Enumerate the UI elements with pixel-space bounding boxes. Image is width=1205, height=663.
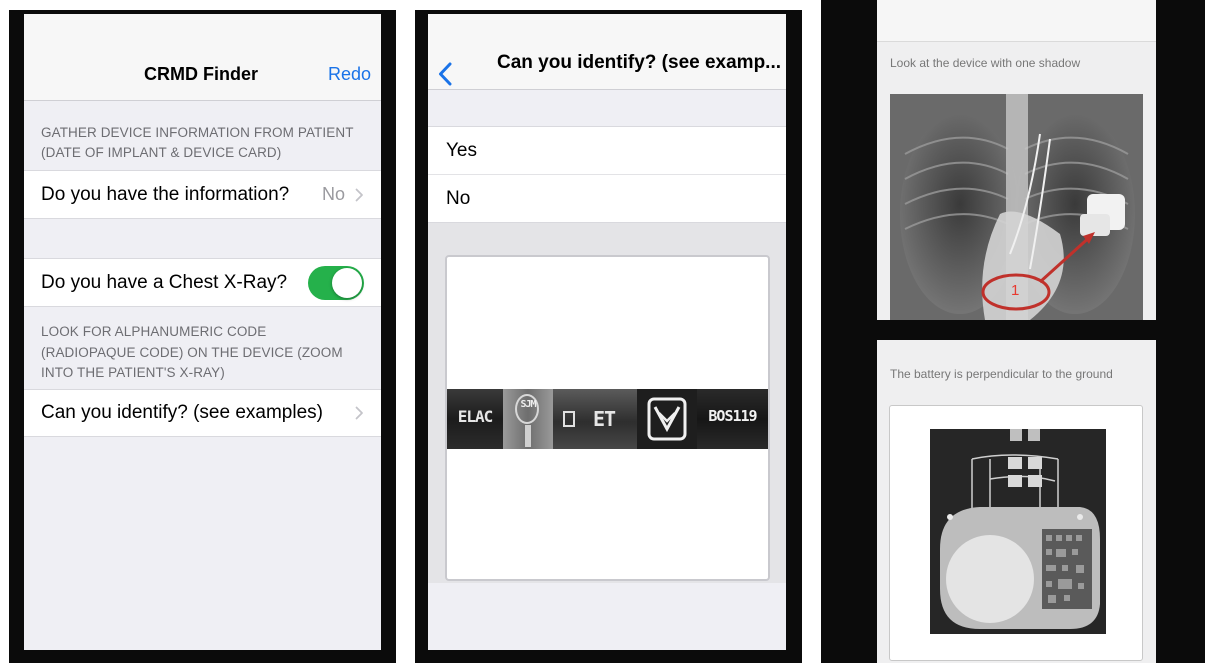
code-text: BOS119 bbox=[708, 407, 757, 425]
toggle-knob bbox=[332, 267, 362, 298]
section-header-gather: GATHER DEVICE INFORMATION FROM PATIENT (… bbox=[41, 125, 354, 160]
row-value: No bbox=[321, 184, 345, 204]
chevron-right-icon bbox=[355, 406, 364, 420]
panel-one-shadow: Look at the device with one shadow 1 bbox=[877, 0, 1156, 320]
code-tile-elac: ELAC bbox=[447, 389, 503, 449]
nav-bar: Can you identify? (see examp... bbox=[428, 14, 786, 90]
code-tile-logo bbox=[637, 389, 697, 449]
option-label: No bbox=[446, 187, 471, 209]
chevron-right-icon bbox=[355, 188, 364, 202]
code-text: ELAC bbox=[457, 407, 494, 426]
annotation-marker: 1 bbox=[1011, 282, 1020, 299]
chest-xray-image: 1 bbox=[890, 94, 1143, 320]
device-xray-graphic bbox=[930, 429, 1106, 634]
option-no[interactable]: No bbox=[428, 175, 786, 223]
nav-bar: CRMD Finder Redo bbox=[24, 14, 381, 101]
device-xray-image bbox=[930, 429, 1106, 634]
boston-logo-icon bbox=[647, 397, 687, 441]
chest-xray-toggle[interactable] bbox=[308, 265, 364, 300]
screen-crmd-finder: CRMD Finder Redo GATHER DEVICE INFORMATI… bbox=[24, 14, 381, 650]
redo-button[interactable]: Redo bbox=[328, 64, 371, 85]
caption-battery: The battery is perpendicular to the grou… bbox=[890, 367, 1113, 381]
code-tile-sjm: SJM bbox=[503, 389, 553, 449]
code-examples-image: ELAC SJM ET BOS119 bbox=[445, 255, 770, 581]
nav-title: Can you identify? (see examp... bbox=[497, 52, 782, 73]
row-label: Do you have the information? bbox=[41, 183, 290, 205]
code-tile-bos: BOS119 bbox=[697, 389, 768, 449]
code-text: SJM bbox=[520, 399, 536, 410]
row-label: Can you identify? (see examples) bbox=[41, 402, 323, 423]
caption-one-shadow: Look at the device with one shadow bbox=[890, 56, 1081, 70]
code-tile-et: ET bbox=[553, 389, 637, 449]
code-text: ET bbox=[592, 407, 616, 431]
row-chest-xray[interactable]: Do you have a Chest X-Ray? bbox=[24, 258, 381, 307]
panel-top-strip bbox=[877, 0, 1156, 42]
row-can-you-identify[interactable]: Can you identify? (see examples) bbox=[24, 389, 381, 437]
panel-battery: The battery is perpendicular to the grou… bbox=[877, 340, 1156, 663]
option-yes[interactable]: Yes bbox=[428, 126, 786, 175]
battery-image-card bbox=[889, 405, 1143, 661]
row-have-information[interactable]: Do you have the information? No bbox=[24, 170, 381, 219]
option-label: Yes bbox=[446, 139, 477, 161]
code-strip: ELAC SJM ET BOS119 bbox=[447, 389, 768, 449]
section-header-alphanumeric: LOOK FOR ALPHANUMERIC CODE (RADIOPAQUE C… bbox=[41, 324, 343, 380]
screen-can-you-identify: Can you identify? (see examp... Yes No E… bbox=[428, 14, 786, 650]
back-chevron-icon[interactable] bbox=[438, 62, 452, 86]
row-label: Do you have a Chest X-Ray? bbox=[41, 271, 288, 293]
nav-title: CRMD Finder bbox=[144, 64, 258, 84]
sjm-tail-icon bbox=[525, 425, 531, 447]
